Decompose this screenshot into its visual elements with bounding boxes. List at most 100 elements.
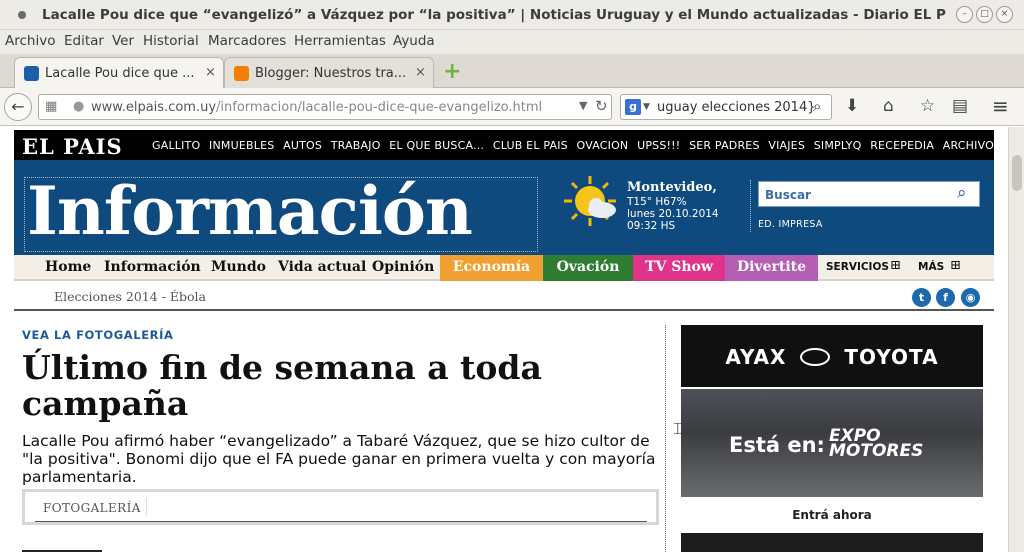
search-placeholder: Buscar [765,188,811,202]
home-icon[interactable]: ⌂ [883,96,894,116]
url-path: /informacion/lacalle-pou-dice-que-evange… [216,100,543,115]
mouse-cursor-icon: ⌶ [673,419,683,438]
search-icon[interactable]: ⌕ [813,97,821,115]
menu-ver[interactable]: Ver [112,33,134,49]
new-tab-button[interactable]: + [443,59,461,84]
toplink-ser-padres[interactable]: SER PADRES [689,139,760,152]
url-bar[interactable]: ▦ ● www.elpais.com.uy/informacion/lacall… [38,94,612,120]
toplink-viajes[interactable]: VIAJES [768,139,805,152]
url-host: www.elpais.com.uy [91,100,217,115]
fotogaleria-box: FOTOGALERÍA [22,489,659,525]
rss-icon[interactable]: ◉ [961,288,980,307]
maximize-icon[interactable]: □ [976,6,993,23]
column-divider [665,325,666,552]
bookmark-star-icon[interactable]: ☆ [920,96,935,116]
toplink-simplyq[interactable]: SIMPLYQ [814,139,862,152]
bookmarks-menu-icon[interactable]: ▤ [952,96,968,116]
close-tab-icon[interactable]: × [415,65,426,80]
toplink-gallito[interactable]: GALLITO [152,139,200,152]
window-titlebar: Lacalle Pou dice que “evangelizó” a Vázq… [0,0,1024,30]
nav-economia[interactable]: Economía [440,255,543,281]
toplink-inmuebles[interactable]: INMUEBLES [209,139,274,152]
web-search-box[interactable]: g ▼ uguay elecciones 2014} ⌕ [620,94,832,120]
navigation-toolbar: ← ▦ ● www.elpais.com.uy/informacion/laca… [0,88,1024,126]
mas-plus-icon[interactable]: ⊞ [950,258,961,273]
back-button[interactable]: ← [4,93,32,121]
toplink-ovacion[interactable]: OVACION [577,139,629,152]
close-window-icon[interactable]: × [996,6,1013,23]
history-grid-icon[interactable]: ▦ [45,99,57,114]
nav-mundo[interactable]: Mundo [211,259,266,275]
toplink-archivo-fotos[interactable]: ARCHIVO FOTOS [943,139,1008,152]
nav-servicios[interactable]: SERVICIOS [826,261,889,273]
window-menu-icon[interactable] [18,11,26,19]
ad-brand: AYAX TOYOTA [681,345,983,369]
url-dropdown-icon[interactable]: ▼ [579,99,587,112]
site-search-icon[interactable]: ⌕ [957,183,967,203]
nav-divertite-label: Divertite [736,259,807,275]
scrollbar-thumb[interactable] [1012,155,1022,191]
article-kicker[interactable]: VEA LA FOTOGALERÍA [22,328,174,342]
partly-sunny-icon [564,176,616,226]
article-headline[interactable]: Último fin de semana a toda campaña [22,350,652,422]
download-icon[interactable]: ⬇ [845,96,859,116]
divider [35,521,647,522]
article-lead: Lacalle Pou afirmó haber “evangelizado” … [22,432,656,486]
nav-divertite[interactable]: Divertite [725,255,818,281]
nav-tv-show[interactable]: TV Show [633,255,725,281]
servicios-plus-icon[interactable]: ⊞ [890,258,901,273]
google-engine-icon[interactable]: g [625,99,641,115]
nav-informacion[interactable]: Información [104,259,201,275]
toplink-trabajo[interactable]: TRABAJO [331,139,381,152]
ad-cta-link[interactable]: Entrá ahora [681,508,983,522]
menu-historial[interactable]: Historial [143,33,199,49]
close-tab-icon[interactable]: × [205,65,216,80]
weather-city: Montevideo, [627,180,717,195]
menu-herramientas[interactable]: Herramientas [294,33,386,49]
toyota-logo-icon [800,348,831,366]
nav-home[interactable]: Home [45,259,91,275]
hamburger-menu-icon[interactable]: ≡ [992,96,1009,116]
ad-brand-toyota: TOYOTA [844,345,939,369]
ed-impresa-link[interactable]: ED. IMPRESA [758,219,823,230]
nav-vida-actual[interactable]: Vida actual [278,259,366,275]
nav-mas[interactable]: MÁS [918,261,944,273]
nav-ovacion-label: Ovación [556,259,620,275]
toplink-autos[interactable]: AUTOS [283,139,322,152]
page-scrollbar[interactable] [1008,127,1024,552]
nav-economia-label: Economía [452,259,531,275]
tab-label: Lacalle Pou dice que ... [45,66,195,81]
section-title-box: Información [24,172,538,252]
fotogaleria-tab[interactable]: FOTOGALERÍA [43,501,141,515]
menu-ayuda[interactable]: Ayuda [393,33,435,49]
nav-ovacion[interactable]: Ovación [543,255,633,281]
blogger-favicon-icon [234,66,249,81]
reload-icon[interactable]: ↻ [595,97,608,115]
section-title[interactable]: Información [27,172,473,250]
sub-nav: Elecciones 2014 - Ébola t f ◉ [14,283,994,311]
minimize-icon[interactable]: – [956,6,973,23]
elpais-logo[interactable]: EL PAIS [22,134,123,159]
elpais-favicon-icon [24,66,39,81]
weather-time: 09:32 HS [627,220,676,232]
site-search-input[interactable]: Buscar ⌕ [758,181,980,207]
tab-elpais[interactable]: Lacalle Pou dice que ... × [14,57,224,88]
toplink-club-el-pais[interactable]: CLUB EL PAIS [493,139,568,152]
facebook-icon[interactable]: f [936,288,955,307]
menu-editar[interactable]: Editar [64,33,104,49]
weather-temp: T15° H67% [627,196,687,208]
twitter-icon[interactable]: t [912,288,931,307]
tab-label: Blogger: Nuestros tra... [255,66,405,81]
toplink-el-que-busca[interactable]: EL QUE BUSCA... [389,139,484,152]
toplink-upss[interactable]: UPSS!!! [637,139,680,152]
toplink-recepedia[interactable]: RECEPEDIA [870,139,934,152]
menu-marcadores[interactable]: Marcadores [208,33,286,49]
topics-breadcrumb[interactable]: Elecciones 2014 - Ébola [54,289,206,304]
tab-blogger[interactable]: Blogger: Nuestros tra... × [224,57,434,88]
engine-dropdown-icon[interactable]: ▼ [643,102,650,112]
toyota-ad[interactable]: AYAX TOYOTA Está en: EXPO MOTORES Entrá … [681,325,983,552]
nav-opinion[interactable]: Opinión [372,259,434,275]
menu-archivo[interactable]: Archivo [5,33,55,49]
top-links: GALLITO INMUEBLES AUTOS TRABAJO EL QUE B… [152,139,1008,152]
nav-tv-show-label: TV Show [645,259,713,275]
